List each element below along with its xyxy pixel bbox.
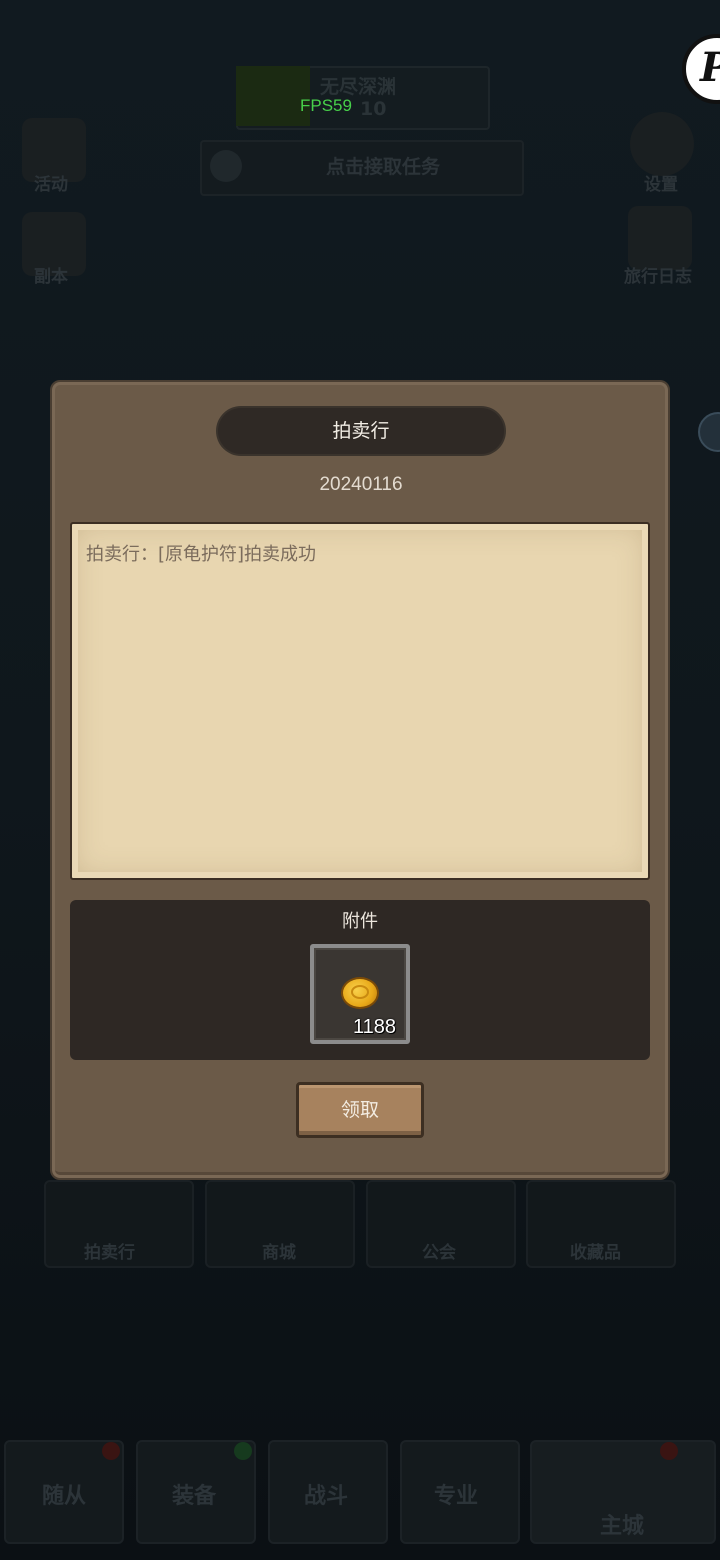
stage-progress-fill (236, 66, 310, 126)
fps-counter: FPS59 (300, 96, 352, 115)
mail-body-text: 拍卖行：[原龟护符]拍卖成功 (86, 544, 317, 565)
nav-battle-label: 战斗 (304, 1484, 349, 1509)
alert-dot-icon (102, 1442, 120, 1460)
stage-name: 无尽深渊 (320, 76, 397, 98)
quest-icon (210, 150, 242, 182)
auction-label: 拍卖行 (84, 1243, 135, 1263)
travel-log-label: 旅行日志 (624, 267, 692, 287)
attachment-count: 1188 (352, 1016, 396, 1038)
guild-label: 公会 (422, 1243, 456, 1263)
alert-dot-icon (234, 1442, 252, 1460)
nav-followers-label: 随从 (42, 1484, 87, 1509)
mail-body-paper (70, 522, 650, 880)
nav-main-city-label: 主城 (600, 1514, 645, 1539)
travel-log-icon[interactable] (628, 206, 692, 270)
nav-equipment-label: 装备 (172, 1484, 217, 1509)
dungeon-label: 副本 (34, 267, 68, 287)
claim-button-label: 领取 (340, 1099, 379, 1121)
mail-title: 拍卖行 (332, 420, 390, 442)
gold-coin-mark (351, 985, 369, 999)
stage-number: 10 (360, 98, 387, 120)
collection-label: 收藏品 (570, 1243, 621, 1263)
settings-label: 设置 (644, 175, 678, 195)
activity-label: 活动 (34, 175, 68, 195)
quest-text: 点击接取任务 (326, 156, 441, 178)
gear-icon[interactable] (630, 112, 694, 176)
nav-profession-label: 专业 (434, 1484, 479, 1509)
attachment-label: 附件 (342, 911, 378, 932)
alert-dot-icon (660, 1442, 678, 1460)
shop-label: 商城 (262, 1243, 296, 1263)
mail-date: 20240116 (319, 474, 403, 495)
